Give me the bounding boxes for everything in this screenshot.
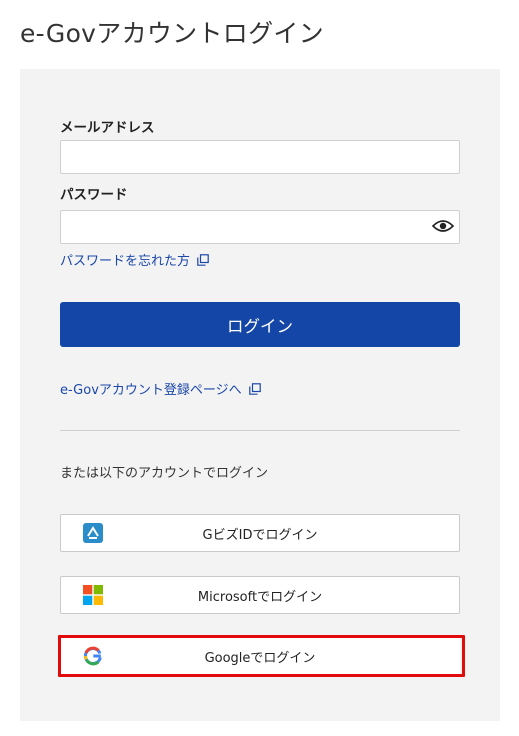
highlight-box (58, 635, 465, 677)
show-password-eye-icon[interactable] (432, 219, 454, 233)
email-input[interactable] (60, 140, 460, 174)
external-link-icon (197, 253, 209, 266)
register-link[interactable]: e-Govアカウント登録ページへ (60, 379, 261, 398)
password-input[interactable] (60, 210, 460, 244)
forgot-password-link[interactable]: パスワードを忘れた方 (60, 250, 209, 269)
alternative-login-heading: または以下のアカウントでログイン (60, 466, 269, 481)
password-label: パスワード (60, 187, 128, 203)
external-link-icon (248, 382, 261, 395)
forgot-password-label: パスワードを忘れた方 (60, 254, 191, 269)
gbizid-login-button[interactable]: GビズIDでログイン (60, 514, 460, 552)
microsoft-login-label: Microsoftでログイン (197, 589, 323, 605)
register-label: e-Govアカウント登録ページへ (60, 383, 242, 398)
login-button[interactable]: ログイン (60, 302, 460, 347)
gbizid-login-label: GビズIDでログイン (202, 527, 318, 543)
login-panel: メールアドレス パスワード パスワードを忘れた方 ログイン e-Govアカウント… (20, 69, 500, 721)
microsoft-login-button[interactable]: Microsoftでログイン (60, 576, 460, 614)
page-title: e-Govアカウントログイン (20, 19, 324, 48)
email-label: メールアドレス (60, 120, 155, 136)
divider (60, 430, 460, 431)
